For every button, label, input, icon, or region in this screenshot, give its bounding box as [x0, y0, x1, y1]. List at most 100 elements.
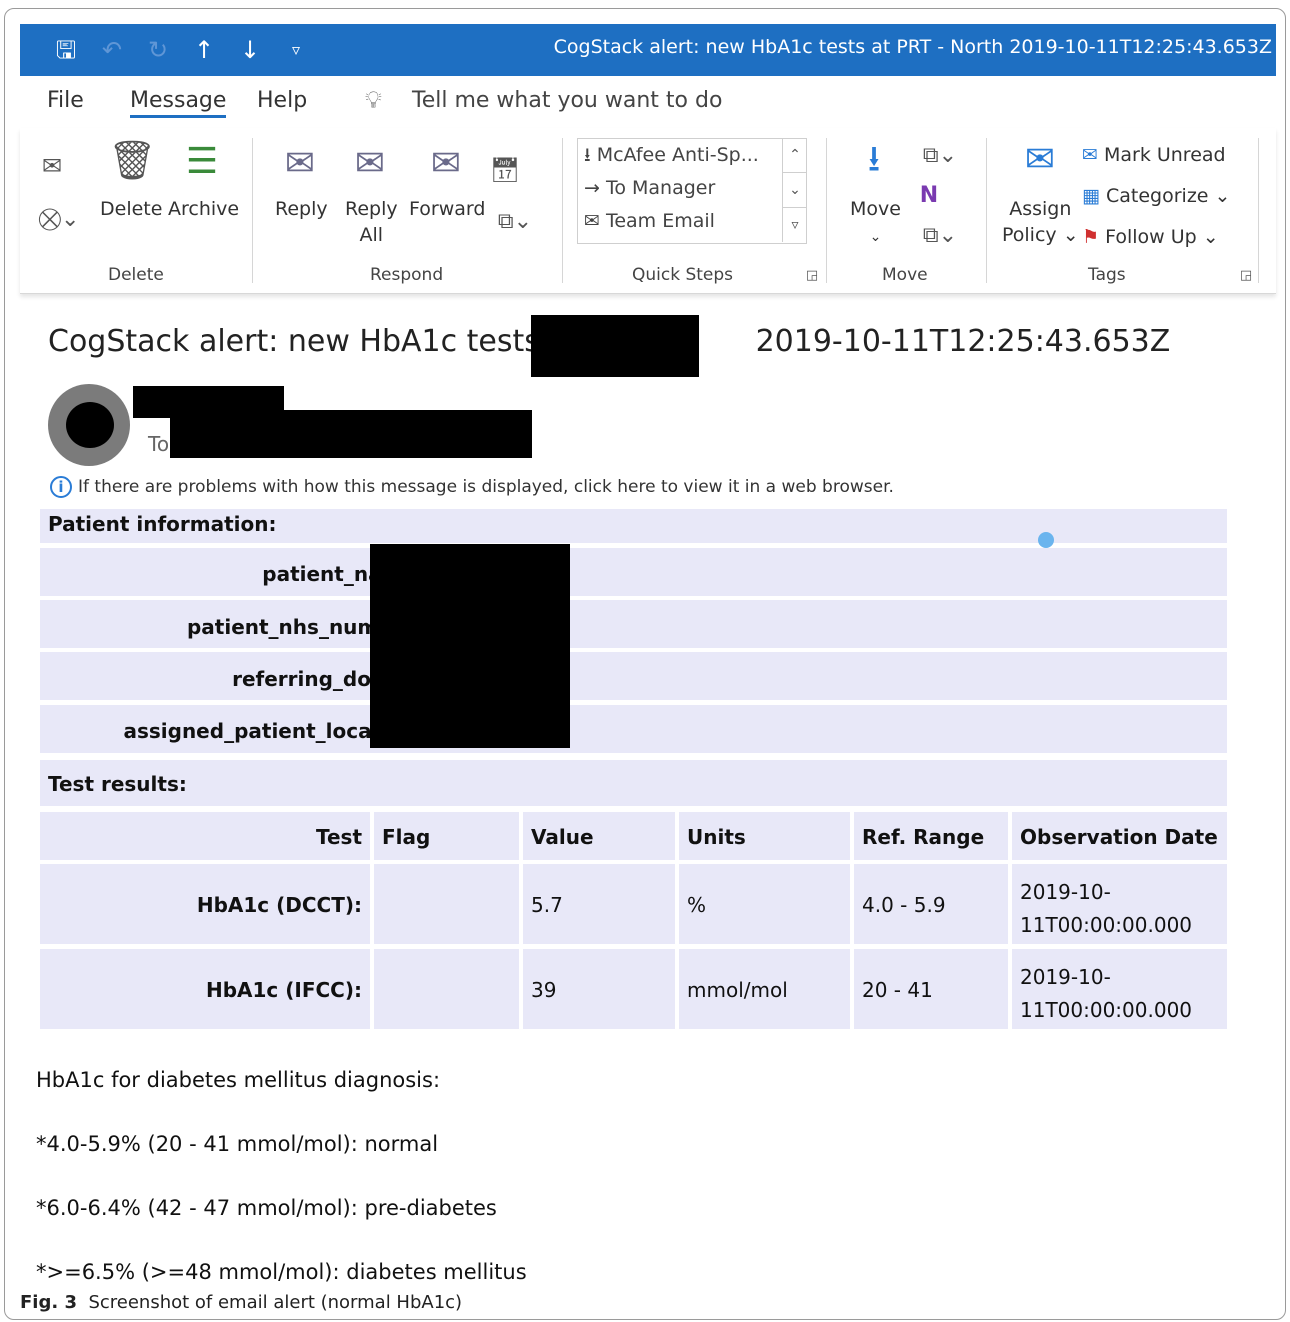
reply-all-button[interactable]: Reply All: [345, 196, 398, 248]
note-diabetes: *>=6.5% (>=48 mmol/mol): diabetes mellit…: [36, 1260, 527, 1284]
scroll-up-icon[interactable]: ⌃: [783, 138, 807, 173]
forward-button[interactable]: Forward: [409, 196, 485, 222]
units-cell: mmol/mol: [679, 949, 850, 1029]
test-name-cell: HbA1c (DCCT):: [40, 864, 370, 944]
flag-icon: ⚑: [1082, 226, 1100, 248]
follow-up-button[interactable]: ⚑ Follow Up ⌄: [1082, 224, 1219, 250]
redaction-block: [531, 315, 699, 377]
quick-steps-gallery: ⭳ McAfee Anti-Sp... → To Manager ✉ Team …: [577, 138, 807, 244]
column-header-observation-date: Observation Date: [1012, 812, 1227, 860]
move-button[interactable]: Move ⌄: [850, 196, 901, 250]
quick-step-team-email[interactable]: ✉ Team Email: [578, 205, 806, 238]
column-header-value: Value: [523, 812, 675, 860]
note-pre-diabetes: *6.0-6.4% (42 - 47 mmol/mol): pre-diabet…: [36, 1196, 497, 1220]
tell-me-search[interactable]: Tell me what you want to do: [412, 88, 722, 113]
meeting-icon[interactable]: 📅︎: [488, 150, 522, 190]
trash-icon: 🗑︎: [108, 138, 157, 182]
ignore-icon[interactable]: ✉: [34, 146, 70, 186]
actions-icon[interactable]: ⧉⌄: [914, 216, 966, 256]
column-header-units: Units: [679, 812, 850, 860]
assign-policy-button[interactable]: Assign Policy ⌄: [1002, 196, 1079, 248]
forward-icon: ✉: [430, 143, 462, 184]
ribbon-tabs: File Message Help 💡︎ Tell me what you wa…: [20, 78, 1276, 128]
quick-access-toolbar: 🖫 ↶ ↻ ↑ ↓ ▿: [50, 34, 312, 66]
assign-policy-icon: ✉: [1024, 139, 1056, 180]
categorize-icon: ▦: [1082, 185, 1100, 207]
divider: [826, 138, 827, 283]
group-label-respond: Respond: [370, 265, 444, 285]
info-bar[interactable]: i If there are problems with how this mes…: [50, 476, 894, 498]
quick-step-mcafee[interactable]: ⭳ McAfee Anti-Sp...: [578, 139, 806, 172]
quick-step-to-manager[interactable]: → To Manager: [578, 172, 806, 205]
dialog-launcher-icon[interactable]: ◲: [800, 266, 824, 286]
observation-date-cell: 2019-10- 11T00:00:00.000: [1012, 864, 1227, 944]
delete-button[interactable]: Delete: [100, 196, 162, 222]
ref-range-cell: 4.0 - 5.9: [854, 864, 1008, 944]
rules-icon[interactable]: ⧉⌄: [914, 136, 966, 176]
ref-range-cell: 20 - 41: [854, 949, 1008, 1029]
mark-unread-button[interactable]: ✉ Mark Unread: [1082, 142, 1226, 168]
group-label-tags: Tags: [1088, 265, 1126, 285]
tab-help[interactable]: Help: [257, 88, 307, 113]
value-cell: 5.7: [523, 864, 675, 944]
flag-cell: [374, 949, 519, 1029]
up-arrow-icon[interactable]: ↑: [188, 34, 220, 66]
scroll-down-icon[interactable]: ⌄: [783, 173, 807, 208]
quick-steps-scroll[interactable]: ⌃ ⌄ ▿: [782, 138, 807, 242]
onenote-icon[interactable]: N: [914, 176, 944, 216]
mark-unread-icon: ✉: [1082, 144, 1098, 166]
divider: [986, 138, 987, 283]
redaction-block: [370, 544, 570, 748]
categorize-button[interactable]: ▦ Categorize ⌄: [1082, 183, 1230, 209]
cursor-dot: [1038, 532, 1054, 548]
redaction-block: [170, 410, 532, 458]
undo-icon[interactable]: ↶: [96, 34, 128, 66]
redo-icon[interactable]: ↻: [142, 34, 174, 66]
figure-caption: Fig. 3 Screenshot of email alert (normal…: [20, 1292, 463, 1313]
reply-icon: ✉: [284, 143, 316, 184]
lightbulb-icon: 💡︎: [365, 86, 382, 114]
column-header-ref-range: Ref. Range: [854, 812, 1008, 860]
value-cell: 39: [523, 949, 675, 1029]
info-icon: i: [50, 476, 72, 498]
more-respond-icon[interactable]: ⧉⌄: [488, 202, 542, 242]
avatar: [48, 384, 130, 466]
divider: [562, 138, 563, 283]
note-heading: HbA1c for diabetes mellitus diagnosis:: [36, 1068, 441, 1092]
flag-cell: [374, 864, 519, 944]
divider: [252, 138, 253, 283]
units-cell: %: [679, 864, 850, 944]
divider: [1258, 138, 1259, 283]
to-label: To: [148, 432, 170, 456]
tab-message[interactable]: Message: [130, 88, 227, 118]
dialog-launcher-icon[interactable]: ◲: [1234, 266, 1258, 286]
tab-file[interactable]: File: [47, 88, 84, 113]
archive-button[interactable]: Archive: [168, 196, 239, 222]
window-title: CogStack alert: new HbA1c tests at PRT -…: [553, 36, 1272, 58]
customize-icon[interactable]: ▿: [280, 34, 312, 66]
observation-date-cell: 2019-10- 11T00:00:00.000: [1012, 949, 1227, 1029]
down-arrow-icon[interactable]: ↓: [234, 34, 266, 66]
group-label-move: Move: [882, 265, 928, 285]
envelope-icon: ✉: [584, 210, 600, 232]
group-label-quick-steps: Quick Steps: [632, 265, 734, 285]
chevron-down-icon: ⌄: [869, 229, 882, 245]
column-header-flag: Flag: [374, 812, 519, 860]
junk-icon[interactable]: ⛒⌄: [34, 200, 84, 240]
reply-all-icon: ✉: [354, 143, 386, 184]
patient-row: [40, 548, 1227, 596]
mcafee-icon: ⭳: [584, 144, 591, 166]
reply-button[interactable]: Reply: [275, 196, 328, 222]
group-label-delete: Delete: [108, 265, 164, 285]
title-bar: 🖫 ↶ ↻ ↑ ↓ ▿ CogStack alert: new HbA1c te…: [20, 24, 1276, 76]
note-normal: *4.0-5.9% (20 - 41 mmol/mol): normal: [36, 1132, 439, 1156]
ribbon: ✉ ⛒⌄ 🗑︎ Delete ☰ Archive Delete ✉ Reply …: [20, 128, 1276, 294]
patient-row: [40, 652, 1227, 700]
column-header-test: Test: [40, 812, 370, 860]
expand-gallery-icon[interactable]: ▿: [783, 208, 807, 242]
test-name-cell: HbA1c (IFCC):: [40, 949, 370, 1029]
arrow-right-icon: →: [584, 177, 600, 199]
save-icon[interactable]: 🖫: [50, 34, 82, 66]
archive-icon: ☰: [185, 141, 219, 182]
test-results-header: Test results:: [40, 760, 1227, 806]
